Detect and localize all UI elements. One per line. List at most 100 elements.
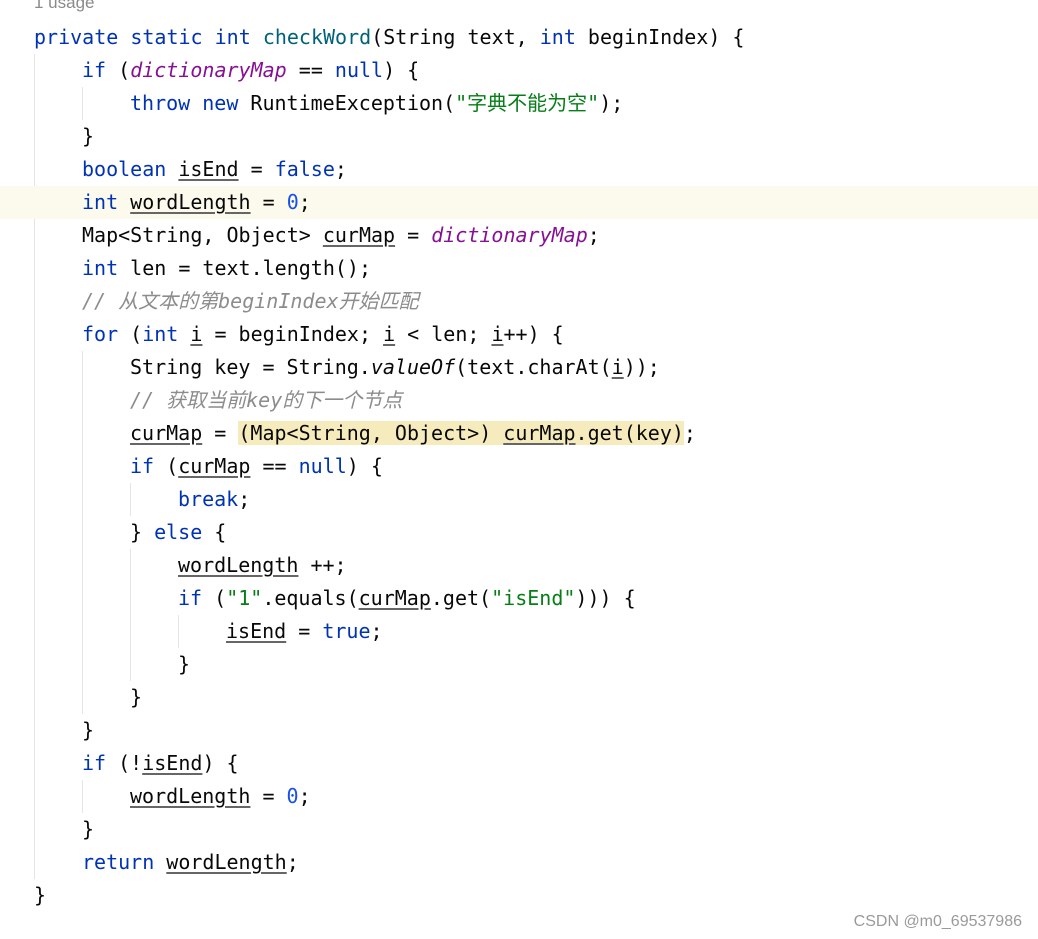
code-token: int (82, 256, 119, 280)
code-line[interactable]: if (dictionaryMap == null) { (0, 54, 1038, 87)
code-token: = (250, 190, 287, 214)
code-line[interactable]: } (0, 714, 1038, 747)
code-line[interactable]: int len = text.length(); (0, 252, 1038, 285)
code-token: } (130, 520, 155, 544)
code-token: valueOf (370, 355, 456, 379)
code-line[interactable]: curMap = (Map<String, Object>) curMap.ge… (0, 417, 1038, 450)
code-line[interactable]: if (!isEnd) { (0, 747, 1038, 780)
code-line[interactable]: if ("1".equals(curMap.get("isEnd"))) { (0, 582, 1038, 615)
code-token: null (298, 454, 347, 478)
code-token: = (202, 421, 239, 445)
code-line[interactable]: } (0, 813, 1038, 846)
code-token: } (82, 718, 95, 742)
code-token: curMap (322, 223, 396, 247)
code-token: = (238, 157, 275, 181)
usage-hint[interactable]: 1 usage (34, 0, 95, 13)
code-line[interactable]: wordLength ++; (0, 549, 1038, 582)
code-token: isEnd (142, 751, 203, 775)
code-line[interactable]: for (int i = beginIndex; i < len; i++) { (0, 318, 1038, 351)
code-token: = (395, 223, 432, 247)
code-token: (Map<String, Object>) (238, 421, 504, 445)
code-line[interactable]: throw new RuntimeException("字典不能为空"); (0, 87, 1038, 120)
code-line[interactable]: // 从文本的第beginIndex开始匹配 (0, 285, 1038, 318)
code-line[interactable]: wordLength = 0; (0, 780, 1038, 813)
code-token: i (611, 355, 624, 379)
code-token: ++) { (503, 322, 564, 346)
code-line[interactable]: isEnd = true; (0, 615, 1038, 648)
code-token: 0 (286, 784, 299, 808)
code-token: ; (334, 157, 347, 181)
code-token: ; (286, 850, 299, 874)
code-line[interactable]: private static int checkWord(String text… (0, 21, 1038, 54)
code-token: private (34, 25, 119, 49)
code-token: wordLength (166, 850, 287, 874)
code-token: dictionaryMap (130, 58, 287, 82)
code-line[interactable]: String key = String.valueOf(text.charAt(… (0, 351, 1038, 384)
code-line[interactable]: Map<String, Object> curMap = dictionaryM… (0, 219, 1038, 252)
code-token: // 从文本的第beginIndex开始匹配 (82, 289, 419, 313)
code-line[interactable]: } (0, 648, 1038, 681)
code-token: int (82, 190, 119, 214)
code-token: else (154, 520, 203, 544)
code-token: return (82, 850, 155, 874)
code-token: < len; (395, 322, 492, 346)
code-token: ) { (383, 58, 420, 82)
code-token: if (82, 751, 107, 775)
code-token: ) { (346, 454, 383, 478)
code-line[interactable]: boolean isEnd = false; (0, 153, 1038, 186)
code-token: "1" (226, 586, 263, 610)
code-token: == (286, 58, 335, 82)
code-token: false (274, 157, 335, 181)
code-line[interactable]: if (curMap == null) { (0, 450, 1038, 483)
code-line[interactable]: break; (0, 483, 1038, 516)
code-line[interactable]: // 获取当前key的下一个节点 (0, 384, 1038, 417)
code-token: isEnd (226, 619, 287, 643)
code-token: (String text, (371, 25, 540, 49)
code-token: } (130, 685, 143, 709)
code-line[interactable]: return wordLength; (0, 846, 1038, 879)
code-token: )); (623, 355, 660, 379)
code-token: beginIndex) { (575, 25, 745, 49)
code-line[interactable]: } (0, 681, 1038, 714)
code-token: ; (683, 421, 696, 445)
code-token: Map<String, Object> (82, 223, 323, 247)
code-token: int (539, 25, 576, 49)
code-token: ); (599, 91, 624, 115)
code-token: } (82, 124, 95, 148)
code-token: len = text.length(); (118, 256, 371, 280)
code-token: (! (106, 751, 143, 775)
code-token: i (190, 322, 203, 346)
code-token: "isEnd" (491, 586, 576, 610)
code-token: ; (298, 784, 311, 808)
code-line[interactable]: int wordLength = 0; (0, 186, 1038, 219)
code-token: ( (118, 322, 143, 346)
code-token: curMap (178, 454, 251, 478)
code-token: static (130, 25, 203, 49)
code-token: int (142, 322, 179, 346)
code-line[interactable]: } (0, 120, 1038, 153)
code-token: wordLength (130, 190, 251, 214)
code-token: ; (238, 487, 251, 511)
code-token: } (82, 817, 95, 841)
code-token: "字典不能为空" (455, 91, 600, 115)
code-token: 0 (286, 190, 299, 214)
code-token: ++; (298, 553, 347, 577)
code-token: ; (587, 223, 600, 247)
code-token: .get(key) (575, 421, 684, 445)
code-line[interactable]: } else { (0, 516, 1038, 549)
code-token: RuntimeException( (238, 91, 456, 115)
code-token: wordLength (178, 553, 299, 577)
code-token: (text.charAt( (455, 355, 612, 379)
code-editor[interactable]: 1 usage private static int checkWord(Str… (0, 0, 1038, 939)
code-token: ( (154, 454, 179, 478)
code-token: } (178, 652, 191, 676)
code-token: { (202, 520, 227, 544)
code-token: == (250, 454, 299, 478)
code-line[interactable]: } (0, 879, 1038, 912)
